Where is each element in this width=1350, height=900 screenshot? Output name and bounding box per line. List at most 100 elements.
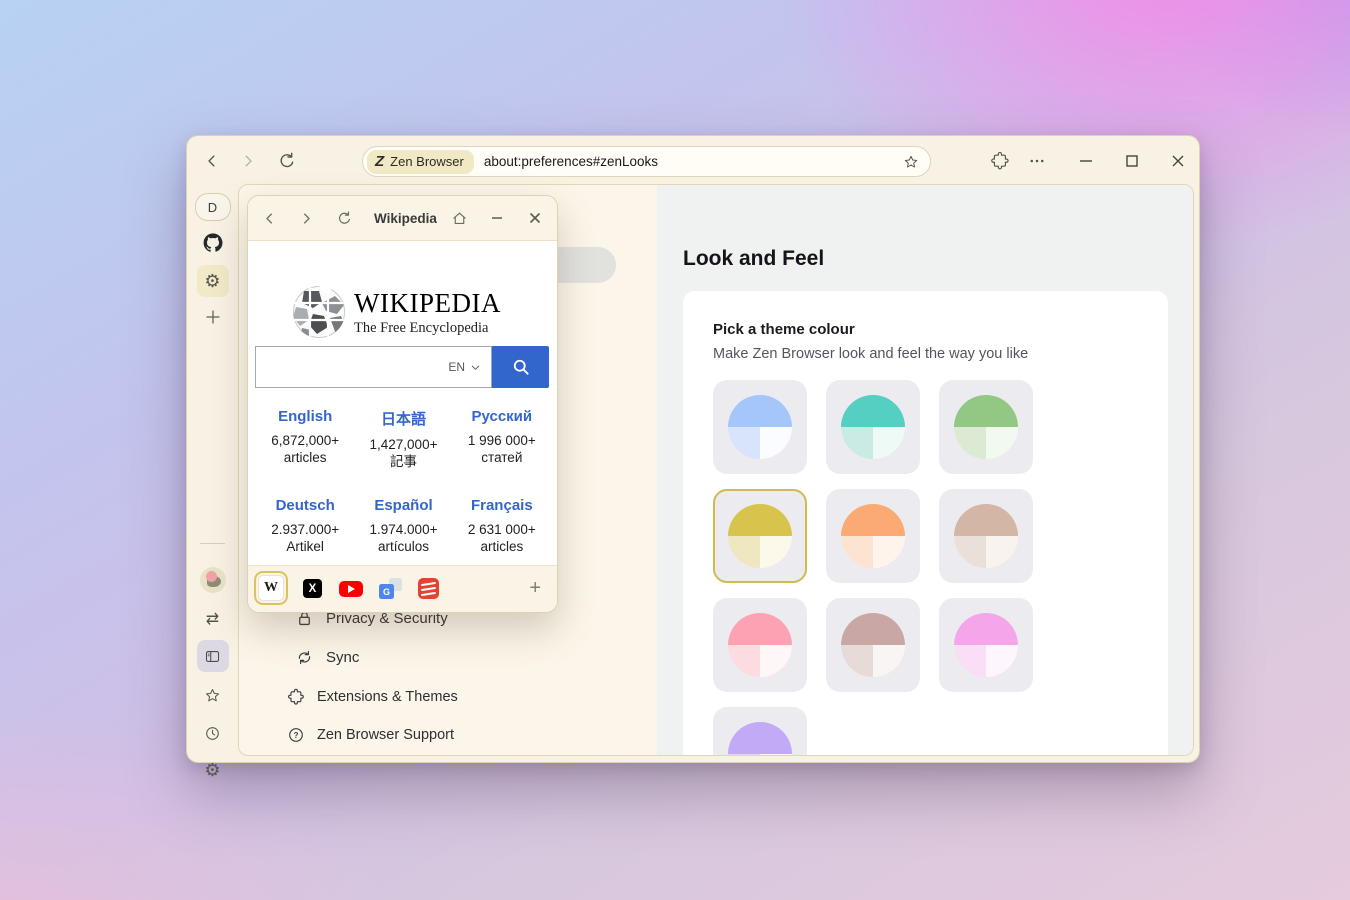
desktop-background: Z Zen Browser about:preferences#zenLooks (0, 0, 1350, 900)
panel-home-icon[interactable] (447, 196, 471, 240)
panel-back-icon[interactable] (257, 196, 281, 240)
sidebar-toggle-icon (204, 648, 221, 665)
extensions-puzzle-icon[interactable] (990, 151, 1010, 171)
url-bar[interactable]: Z Zen Browser about:preferences#zenLooks (362, 146, 931, 177)
sidebar-item-label: Zen Browser Support (317, 727, 454, 743)
swatch-pie (728, 722, 792, 756)
sidebar-divider (200, 543, 225, 544)
search-icon (511, 357, 531, 377)
wiki-language-french[interactable]: Français 2 631 000+ articles (453, 497, 551, 555)
swatch-pie (954, 504, 1018, 568)
wikipedia-search-button[interactable] (492, 346, 549, 388)
wiki-language-spanish[interactable]: Español 1.974.000+ artículos (354, 497, 452, 555)
question-icon: ? (287, 726, 305, 744)
github-pinned-tab[interactable] (187, 233, 238, 253)
theme-swatch-teal[interactable] (826, 380, 920, 474)
site-identity-pill[interactable]: Z Zen Browser (367, 150, 474, 174)
dock-x-twitter-icon[interactable]: X (303, 579, 322, 598)
theme-swatch-orange[interactable] (826, 489, 920, 583)
page-title: Look and Feel (683, 247, 824, 271)
wiki-language-english[interactable]: English 6,872,000+ articles (256, 408, 354, 470)
wiki-language-german[interactable]: Deutsch 2.937.000+ Artikel (256, 497, 354, 555)
swatch-pie (841, 504, 905, 568)
swatch-pie (841, 395, 905, 459)
theme-colour-card: Pick a theme colour Make Zen Browser loo… (683, 291, 1168, 756)
dock-youtube-icon[interactable] (339, 581, 363, 597)
wiki-language-russian[interactable]: Русский 1 996 000+ статей (453, 408, 551, 470)
translate-blue-square: G (379, 584, 394, 599)
panel-reload-icon[interactable] (332, 196, 356, 240)
reload-icon[interactable] (277, 151, 297, 171)
zen-logo-icon: Z (375, 154, 384, 169)
swatch-pie (728, 395, 792, 459)
sidebar-item-label: Sync (326, 649, 359, 666)
svg-text:?: ? (294, 731, 299, 740)
theme-swatch-magenta[interactable] (939, 598, 1033, 692)
wiki-language-japanese[interactable]: 日本語 1,427,000+ 記事 (354, 408, 452, 470)
wikipedia-wordmark: WIKIPEDIA (354, 288, 501, 319)
theme-swatch-blue[interactable] (713, 380, 807, 474)
swatch-pie (841, 613, 905, 677)
avatar-dot (206, 571, 217, 582)
theme-swatch-green[interactable] (939, 380, 1033, 474)
panel-title: Wikipedia (374, 196, 437, 240)
panel-forward-icon[interactable] (294, 196, 318, 240)
card-title: Pick a theme colour (713, 321, 1138, 338)
sidebar-item-label: Extensions & Themes (317, 689, 458, 705)
panel-close-icon[interactable] (523, 196, 547, 240)
theme-swatch-mauve[interactable] (826, 598, 920, 692)
dock-todoist-icon[interactable] (418, 578, 439, 599)
chevron-down-icon (470, 362, 481, 373)
card-subtitle: Make Zen Browser look and feel the way y… (713, 346, 1138, 362)
minimize-button[interactable] (1078, 152, 1094, 170)
forward-icon[interactable] (239, 152, 257, 170)
dock-add-panel-button[interactable]: + (529, 577, 541, 600)
sidebar-item-extensions-themes[interactable]: Extensions & Themes (287, 688, 458, 706)
web-panel-window: Wikipedia (247, 195, 558, 613)
swatch-pie (954, 395, 1018, 459)
panel-minimize-icon[interactable] (485, 196, 509, 240)
theme-swatch-pink[interactable] (713, 598, 807, 692)
theme-swatch-tan[interactable] (939, 489, 1033, 583)
language-selector[interactable]: EN (448, 360, 481, 374)
sync-icon (295, 648, 314, 667)
new-tab-button[interactable] (187, 308, 238, 326)
theme-swatch-yellow-selected[interactable] (713, 489, 807, 583)
bookmarks-star-icon[interactable] (187, 687, 238, 704)
wikipedia-search-input[interactable]: EN (255, 346, 492, 388)
theme-swatch-grid (713, 380, 1138, 756)
panel-titlebar[interactable]: Wikipedia (248, 196, 557, 241)
workspace-sidebar: D ⚙ ⇄ (187, 184, 238, 762)
wikipedia-globe-icon (291, 280, 347, 345)
workspace-pill[interactable]: D (187, 193, 238, 221)
dock-translate-icon[interactable]: G (379, 578, 402, 599)
url-text[interactable]: about:preferences#zenLooks (484, 154, 903, 169)
sidebar-item-support[interactable]: ? Zen Browser Support (287, 726, 454, 744)
swatch-pie (728, 613, 792, 677)
theme-swatch-purple[interactable] (713, 707, 807, 756)
back-icon[interactable] (203, 152, 221, 170)
gear-icon: ⚙ (204, 272, 220, 290)
language-code: EN (448, 360, 465, 374)
profile-avatar[interactable] (187, 567, 238, 593)
wikipedia-language-grid: English 6,872,000+ articles 日本語 1,427,00… (256, 408, 551, 555)
swatch-pie (954, 613, 1018, 677)
menu-ellipsis-icon[interactable] (1028, 152, 1046, 170)
workspace-switch-icon[interactable]: ⇄ (187, 612, 238, 628)
bookmark-star-icon[interactable] (903, 154, 919, 170)
sidebar-toggle-active[interactable] (187, 640, 238, 672)
settings-content: Look and Feel Pick a theme colour Make Z… (657, 185, 1193, 755)
settings-gear-icon[interactable]: ⚙ (187, 761, 238, 779)
sidebar-item-sync[interactable]: Sync (295, 648, 359, 667)
play-triangle (348, 585, 355, 593)
panel-dock: W X G + (248, 565, 557, 612)
workspace-letter: D (208, 200, 217, 215)
close-button[interactable] (1170, 152, 1186, 170)
swatch-pie (728, 504, 792, 568)
puzzle-icon (287, 688, 305, 706)
dock-wikipedia-active[interactable]: W (254, 571, 288, 605)
history-clock-icon[interactable] (187, 725, 238, 742)
settings-pinned-tab-active[interactable]: ⚙ (187, 265, 238, 297)
wikipedia-tagline: The Free Encyclopedia (354, 320, 488, 337)
maximize-button[interactable] (1124, 152, 1140, 170)
